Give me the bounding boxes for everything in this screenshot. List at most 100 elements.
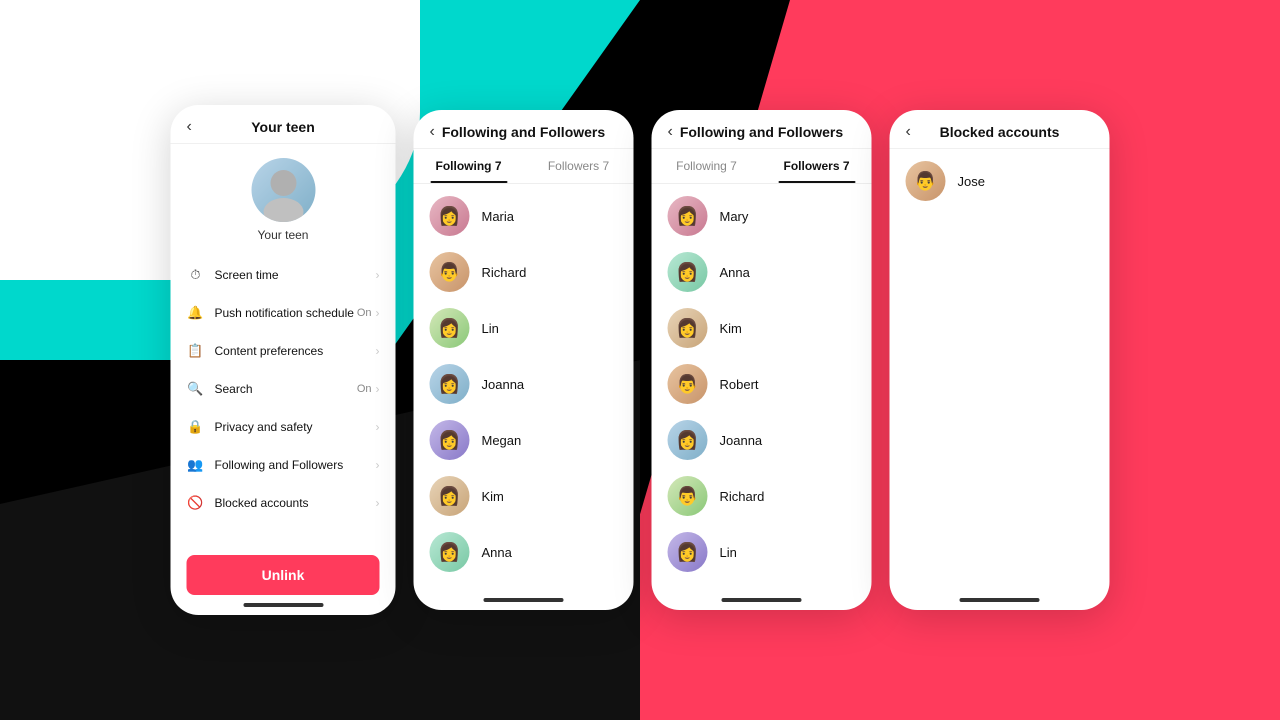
phone3-user-list: 👩 Mary 👩 Anna 👩 Kim 👨 Robert 👩 Joanna 👨 [652,184,872,610]
phone2-header: ‹ Following and Followers [414,110,634,149]
blocked-label: Blocked accounts [215,496,376,510]
following-followers-chevron: › [376,458,380,472]
phone2-back-arrow[interactable]: ‹ [430,123,435,141]
user-avatar-joanna: 👩 [430,364,470,404]
screen-time-icon: ⏱ [187,266,205,284]
user-name-richard: Richard [482,265,527,280]
phone-following-active: ‹ Following and Followers Following 7 Fo… [414,110,634,610]
user-name-kim-2: Kim [720,321,742,336]
user-item-megan[interactable]: 👩 Megan [414,412,634,468]
user-avatar-richard-2: 👨 [668,476,708,516]
user-name-lin: Lin [482,321,499,336]
phone3-title: Following and Followers [680,124,843,140]
user-avatar-lin-2: 👩 [668,532,708,572]
user-name-joanna: Joanna [482,377,525,392]
user-item-mary[interactable]: 👩 Mary [652,188,872,244]
teen-avatar-section: Your teen [171,144,396,252]
menu-item-content-pref[interactable]: 📋 Content preferences › [171,332,396,370]
user-item-lin[interactable]: 👩 Lin [414,300,634,356]
phone-your-teen: ‹ Your teen Your teen ⏱ Screen time › 🔔 … [171,105,396,615]
user-item-maria[interactable]: 👩 Maria [414,188,634,244]
user-avatar-megan: 👩 [430,420,470,460]
user-avatar-kim: 👩 [430,476,470,516]
blocked-chevron: › [376,496,380,510]
user-item-anna-2[interactable]: 👩 Anna [652,244,872,300]
user-name-maria: Maria [482,209,515,224]
unlink-button[interactable]: Unlink [187,555,380,595]
user-avatar-joanna-2: 👩 [668,420,708,460]
menu-item-blocked[interactable]: 🚫 Blocked accounts › [171,484,396,522]
user-item-joanna-2[interactable]: 👩 Joanna [652,412,872,468]
content-pref-icon: 📋 [187,342,205,360]
user-name-joanna-2: Joanna [720,433,763,448]
push-notification-label: Push notification schedule [215,306,357,320]
phone1-bar [243,603,323,607]
privacy-safety-label: Privacy and safety [215,420,376,434]
user-name-richard-2: Richard [720,489,765,504]
phone-followers-active: ‹ Following and Followers Following 7 Fo… [652,110,872,610]
phone4-header: ‹ Blocked accounts [890,110,1110,149]
user-item-joanna[interactable]: 👩 Joanna [414,356,634,412]
user-avatar-richard: 👨 [430,252,470,292]
user-item-jose[interactable]: 👨 Jose [890,153,1110,209]
user-avatar-kim-2: 👩 [668,308,708,348]
phone3-tab-following[interactable]: Following 7 [652,149,762,183]
phone2-tab-bar: Following 7 Followers 7 [414,149,634,184]
teen-avatar-label: Your teen [258,228,309,242]
content-pref-chevron: › [376,344,380,358]
push-notification-chevron: › [376,306,380,320]
push-notification-icon: 🔔 [187,304,205,322]
menu-item-screen-time[interactable]: ⏱ Screen time › [171,256,396,294]
user-item-kim-2[interactable]: 👩 Kim [652,300,872,356]
user-name-robert: Robert [720,377,759,392]
user-avatar-robert: 👨 [668,364,708,404]
user-avatar-anna-2: 👩 [668,252,708,292]
user-item-richard[interactable]: 👨 Richard [414,244,634,300]
user-avatar-anna: 👩 [430,532,470,572]
phone3-back-arrow[interactable]: ‹ [668,123,673,141]
user-avatar-jose: 👨 [906,161,946,201]
phone2-title: Following and Followers [442,124,605,140]
phones-container: ‹ Your teen Your teen ⏱ Screen time › 🔔 … [171,105,1110,615]
phone3-tab-bar: Following 7 Followers 7 [652,149,872,184]
user-item-robert[interactable]: 👨 Robert [652,356,872,412]
phone4-back-arrow[interactable]: ‹ [906,123,911,141]
menu-list: ⏱ Screen time › 🔔 Push notification sche… [171,252,396,545]
user-name-jose: Jose [958,174,985,189]
privacy-safety-icon: 🔒 [187,418,205,436]
phone1-title: Your teen [251,119,315,135]
phone1-back-arrow[interactable]: ‹ [187,118,192,136]
user-item-richard-2[interactable]: 👨 Richard [652,468,872,524]
phone-blocked-accounts: ‹ Blocked accounts 👨 Jose [890,110,1110,610]
user-name-megan: Megan [482,433,522,448]
user-item-lin-2[interactable]: 👩 Lin [652,524,872,580]
phone3-header: ‹ Following and Followers [652,110,872,149]
menu-item-following-followers[interactable]: 👥 Following and Followers › [171,446,396,484]
user-item-anna[interactable]: 👩 Anna [414,524,634,580]
phone2-tab-followers[interactable]: Followers 7 [524,149,634,183]
user-name-kim: Kim [482,489,504,504]
content-pref-label: Content preferences [215,344,376,358]
search-label: Search [215,382,357,396]
user-item-kim[interactable]: 👩 Kim [414,468,634,524]
screen-time-chevron: › [376,268,380,282]
menu-item-privacy-safety[interactable]: 🔒 Privacy and safety › [171,408,396,446]
phone4-bar [960,598,1040,602]
phone3-tab-followers[interactable]: Followers 7 [762,149,872,183]
phone3-bar [722,598,802,602]
user-name-mary: Mary [720,209,749,224]
menu-item-push-notification[interactable]: 🔔 Push notification schedule On › [171,294,396,332]
push-notification-right: On [357,307,372,319]
user-name-anna-2: Anna [720,265,750,280]
user-name-lin-2: Lin [720,545,737,560]
search-right: On [357,383,372,395]
user-avatar-maria: 👩 [430,196,470,236]
phone4-title: Blocked accounts [940,124,1060,140]
search-chevron: › [376,382,380,396]
user-avatar-lin: 👩 [430,308,470,348]
following-followers-icon: 👥 [187,456,205,474]
menu-item-search[interactable]: 🔍 Search On › [171,370,396,408]
search-icon: 🔍 [187,380,205,398]
phone2-tab-following[interactable]: Following 7 [414,149,524,183]
user-avatar-mary: 👩 [668,196,708,236]
